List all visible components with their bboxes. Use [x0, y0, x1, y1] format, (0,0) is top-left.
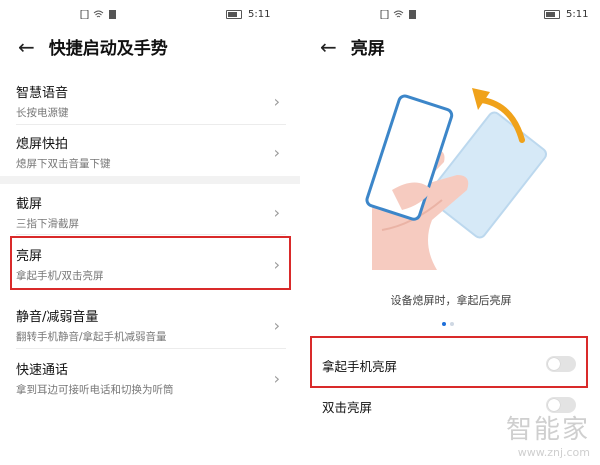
page-title: 快捷启动及手势 [48, 39, 168, 59]
item-subtitle: 拿到耳边可接听电话和切换为听筒 [16, 384, 174, 396]
right-header: ← 亮屏 [320, 34, 385, 60]
back-arrow-icon[interactable]: ← [18, 37, 35, 57]
item-subtitle: 翻转手机静音/拿起手机减弱音量 [16, 331, 167, 343]
sim-icon [380, 9, 389, 19]
battery-icon [226, 9, 242, 19]
item-title: 熄屏快拍 [16, 137, 69, 152]
signal-icons [380, 9, 417, 19]
divider [16, 348, 286, 349]
divider [16, 234, 286, 235]
pager-dot[interactable] [442, 322, 446, 326]
status-right-left: 5:11 [226, 6, 270, 22]
signal-icons [80, 9, 117, 19]
nfc-icon [109, 9, 116, 19]
chevron-right-icon: › [273, 369, 280, 388]
item-title: 截屏 [16, 197, 43, 212]
divider [16, 124, 286, 125]
watermark-url: www.znj.com [517, 446, 590, 459]
status-icons-left [80, 6, 117, 22]
left-panel: 5:11 ← 快捷启动及手势 智慧语音 长按电源键 › 熄屏快拍 熄屏下双击音量… [0, 0, 300, 465]
section-separator [0, 176, 300, 184]
item-subtitle: 长按电源键 [16, 107, 69, 119]
right-panel: 5:11 ← 亮屏 设备熄屏时，拿起后亮屏 拿起手机亮屏 双击亮屏 智能家 ww… [302, 0, 600, 465]
highlight-box-pickup [310, 336, 588, 388]
status-time: 5:11 [566, 8, 589, 20]
watermark: 智能家 www.znj.com [506, 409, 590, 459]
item-subtitle: 三指下滑截屏 [16, 218, 79, 230]
item-subtitle: 熄屏下双击音量下键 [16, 158, 111, 170]
status-right-right: 5:11 [544, 6, 588, 22]
back-arrow-icon[interactable]: ← [320, 37, 337, 57]
status-icons-right [380, 6, 417, 22]
menu-item-quick-call[interactable]: 快速通话 拿到耳边可接听电话和切换为听筒 › [16, 359, 286, 397]
setting-label-double-tap: 双击亮屏 [322, 400, 373, 415]
watermark-logo-text: 智能家 [505, 415, 590, 445]
item-title: 智慧语音 [16, 86, 69, 101]
item-title: 快速通话 [16, 363, 69, 378]
chevron-right-icon: › [273, 316, 280, 335]
pager-dots [442, 322, 454, 326]
sim-icon [80, 9, 89, 19]
illustration-description: 设备熄屏时，拿起后亮屏 [390, 294, 512, 307]
menu-item-voice[interactable]: 智慧语音 长按电源键 › [16, 82, 286, 120]
status-time: 5:11 [248, 8, 271, 20]
item-title: 静音/减弱音量 [16, 310, 99, 325]
pickup-phone-illustration [365, 88, 548, 270]
pager-dot[interactable] [450, 322, 454, 326]
highlight-box-wake-screen [10, 236, 291, 290]
wifi-icon [393, 10, 404, 17]
page-title: 亮屏 [350, 39, 385, 59]
battery-icon [544, 9, 560, 19]
menu-item-mute[interactable]: 静音/减弱音量 翻转手机静音/拿起手机减弱音量 › [16, 306, 286, 344]
chevron-right-icon: › [273, 143, 280, 162]
chevron-right-icon: › [273, 92, 280, 111]
left-header: ← 快捷启动及手势 [18, 34, 168, 60]
chevron-right-icon: › [273, 203, 280, 222]
menu-item-snapshot[interactable]: 熄屏快拍 熄屏下双击音量下键 › [16, 133, 286, 171]
menu-item-screenshot[interactable]: 截屏 三指下滑截屏 › [16, 193, 286, 231]
nfc-icon [409, 9, 416, 19]
wifi-icon [93, 10, 104, 17]
